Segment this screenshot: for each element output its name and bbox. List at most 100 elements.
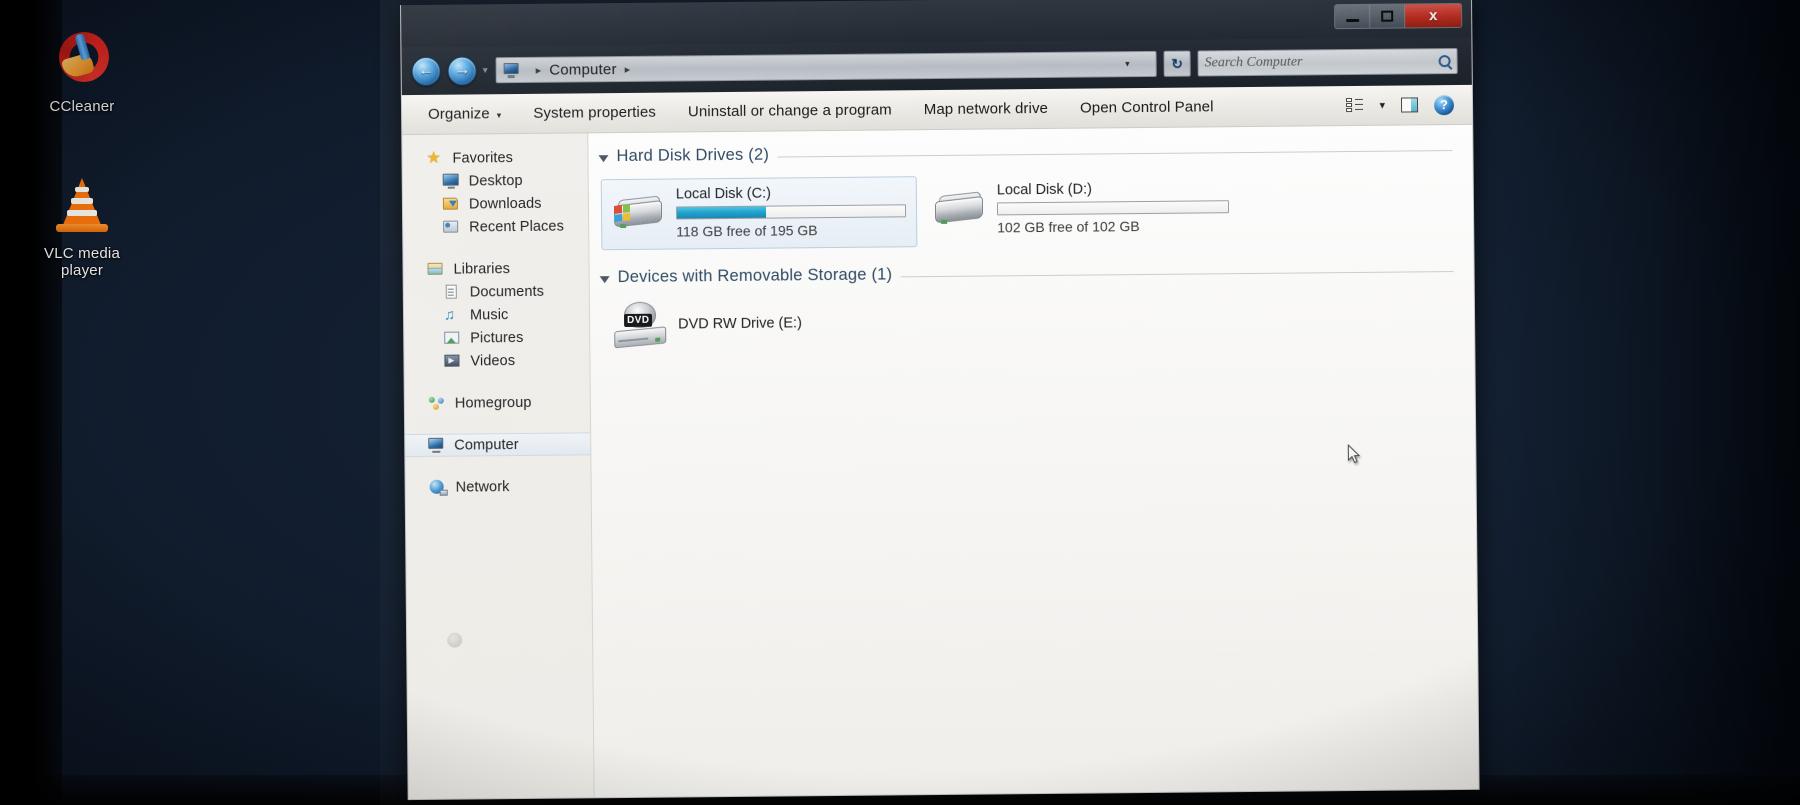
computer-icon — [428, 437, 445, 453]
command-bar-spacer — [1230, 106, 1339, 107]
group-header-removable-storage[interactable]: Devices with Removable Storage (1) — [590, 260, 1474, 287]
help-icon: ? — [1433, 94, 1455, 115]
back-button[interactable]: ← — [411, 56, 441, 86]
minimize-icon — [1345, 18, 1359, 22]
dvd-drive-icon: DVD — [612, 301, 668, 349]
back-arrow-icon: ← — [418, 61, 435, 79]
sidebar-item-videos[interactable]: Videos — [404, 348, 589, 373]
breadcrumb-separator-trailing[interactable]: ▸ — [625, 62, 631, 75]
address-dropdown-icon[interactable]: ▾ — [1125, 59, 1130, 70]
map-network-drive-button[interactable]: Map network drive — [908, 100, 1064, 118]
desktop-icon-label-line1: VLC media — [43, 245, 120, 262]
view-dropdown-button[interactable]: ▾ — [1371, 99, 1393, 112]
search-input[interactable]: Search Computer — [1197, 47, 1458, 77]
collapse-triangle-icon[interactable] — [599, 275, 610, 283]
sidebar-item-computer[interactable]: Computer — [405, 432, 591, 458]
desktop-icon-vlc-media-player[interactable]: VLC media player — [22, 175, 142, 279]
uninstall-or-change-program-button[interactable]: Uninstall or change a program — [672, 101, 908, 120]
drive-capacity-bar — [996, 200, 1230, 216]
group-header-hard-disk-drives[interactable]: Hard Disk Drives (2) — [588, 139, 1472, 166]
desktop-icon-label-line2: player — [60, 262, 104, 279]
recent-pages-chevron-icon[interactable]: ▾ — [483, 65, 488, 76]
sidebar-item-pictures[interactable]: Pictures — [404, 325, 589, 350]
open-control-panel-button[interactable]: Open Control Panel — [1064, 98, 1230, 117]
hard-disk-drive-list: Local Disk (C:) 118 GB free of 195 GB Lo… — [589, 163, 1474, 251]
search-icon — [1438, 55, 1451, 68]
sidebar-item-libraries[interactable]: Libraries — [403, 256, 588, 281]
sidebar-item-label: Recent Places — [469, 218, 565, 235]
breadcrumb-separator-leading: ▸ — [535, 64, 542, 77]
organize-button[interactable]: Organize ▾ — [412, 105, 517, 123]
collapse-triangle-icon[interactable] — [598, 154, 609, 162]
group-title: Hard Disk Drives (2) — [616, 145, 770, 166]
explorer-window[interactable]: x ← → ▾ ▸ Computer ▸ ▾ ↻ Search Computer… — [400, 0, 1480, 801]
system-properties-button[interactable]: System properties — [517, 104, 672, 122]
drive-free-space: 102 GB free of 102 GB — [997, 218, 1140, 236]
drive-name: DVD RW Drive (E:) — [678, 315, 802, 333]
group-divider — [777, 150, 1453, 158]
sidebar-item-documents[interactable]: Documents — [404, 279, 589, 304]
organize-label: Organize — [427, 105, 490, 123]
sidebar-item-label: Desktop — [468, 172, 523, 189]
help-button[interactable]: ? — [1426, 94, 1462, 115]
preview-pane-button[interactable] — [1393, 97, 1426, 113]
navigation-pane-resize-dot[interactable] — [447, 632, 463, 648]
preview-pane-icon — [1400, 97, 1419, 113]
dvd-badge-label: DVD — [623, 313, 653, 328]
search-placeholder: Search Computer — [1204, 54, 1303, 71]
star-icon: ★ — [426, 149, 442, 167]
videos-icon — [444, 354, 461, 369]
sidebar-item-desktop[interactable]: Desktop — [403, 168, 588, 193]
desktop-icon-ccleaner[interactable]: CCleaner — [22, 28, 142, 115]
drive-item-dvd-rw-e[interactable]: DVD DVD RW Drive (E:) — [590, 284, 1474, 349]
drive-capacity-fill — [676, 206, 766, 219]
sidebar-item-label: Network — [455, 478, 510, 496]
sidebar-item-label: Homegroup — [454, 394, 532, 412]
breadcrumb-computer[interactable]: Computer — [549, 61, 617, 79]
sidebar-item-label: Libraries — [453, 260, 511, 278]
sidebar-item-label: Videos — [470, 352, 516, 369]
sidebar-item-recent-places[interactable]: Recent Places — [403, 214, 588, 239]
desktop-right-shadow — [1470, 0, 1800, 805]
computer-icon — [503, 63, 520, 79]
maximize-button[interactable] — [1370, 4, 1406, 28]
close-icon: x — [1428, 7, 1438, 25]
sidebar-item-favorites[interactable]: ★ Favorites — [402, 145, 587, 170]
window-body: ★ Favorites Desktop Downloads Recent Pla… — [402, 124, 1479, 801]
recent-places-icon — [443, 220, 460, 235]
address-bar[interactable]: ▸ Computer ▸ ▾ — [495, 50, 1157, 84]
network-icon — [429, 479, 448, 496]
group-divider — [900, 271, 1454, 278]
downloads-icon — [442, 197, 460, 212]
window-controls: x — [1334, 2, 1463, 30]
sidebar-item-label: Pictures — [470, 329, 524, 346]
minimize-button[interactable] — [1335, 4, 1371, 29]
drive-item-local-disk-c[interactable]: Local Disk (C:) 118 GB free of 195 GB — [600, 176, 918, 251]
drive-capacity-bar — [675, 204, 907, 220]
sidebar-item-homegroup[interactable]: Homegroup — [405, 390, 590, 415]
drive-free-space: 118 GB free of 195 GB — [676, 222, 818, 240]
drive-info: Local Disk (C:) 118 GB free of 195 GB — [675, 184, 907, 240]
change-view-button[interactable] — [1338, 98, 1371, 113]
refresh-icon: ↻ — [1171, 55, 1184, 72]
ccleaner-icon — [51, 28, 113, 90]
pictures-icon — [444, 331, 461, 346]
sidebar-item-network[interactable]: Network — [406, 474, 591, 499]
view-list-icon — [1346, 98, 1364, 113]
sidebar-item-label: Documents — [469, 283, 545, 300]
drive-name: Local Disk (C:) — [675, 185, 772, 203]
forward-button[interactable]: → — [447, 55, 477, 86]
desktop-icon-label: CCleaner — [49, 98, 115, 115]
chevron-down-icon: ▾ — [496, 110, 502, 121]
sidebar-item-label: Favorites — [452, 149, 514, 167]
sidebar-item-downloads[interactable]: Downloads — [403, 191, 588, 216]
forward-arrow-icon: → — [454, 61, 471, 79]
file-list-pane[interactable]: Hard Disk Drives (2) Local Disk (C:) 118… — [588, 124, 1479, 801]
drive-item-local-disk-d[interactable]: Local Disk (D:) 102 GB free of 102 GB — [923, 173, 1240, 245]
close-button[interactable]: x — [1405, 3, 1462, 28]
refresh-button[interactable]: ↻ — [1163, 50, 1191, 77]
mouse-cursor — [1347, 443, 1361, 464]
sidebar-item-music[interactable]: ♫ Music — [404, 302, 589, 327]
